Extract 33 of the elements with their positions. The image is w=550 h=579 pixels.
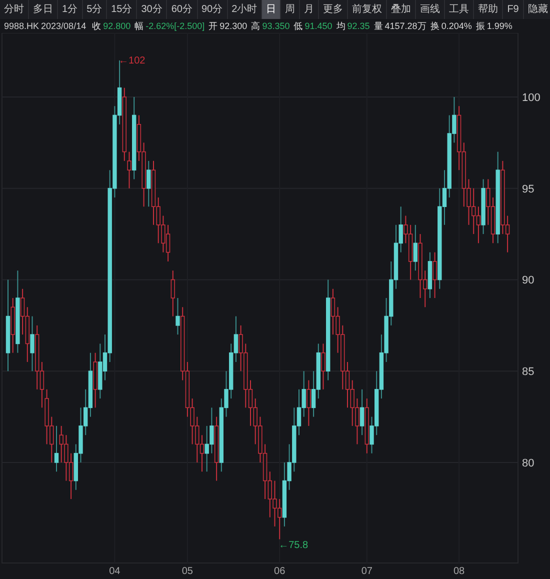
stock-symbol: 9988.HK (4, 20, 40, 33)
quote-value: 1.99% (486, 20, 512, 33)
axis-tick-label: 100 (522, 92, 540, 104)
quote-label: 换 (430, 20, 440, 33)
axis-tick-label: 80 (522, 457, 534, 470)
quote-value: -2.62%[-2.500] (146, 20, 205, 33)
axis-tick-label: 85 (522, 366, 534, 378)
quote-value: 0.204% (441, 20, 472, 33)
axis-tick-label: 90 (522, 274, 534, 287)
axis-tick-label: 08 (453, 566, 465, 577)
quote-label: 高 (251, 20, 260, 33)
axis-tick-label: 04 (109, 566, 120, 577)
quote-label: 收 (92, 20, 102, 33)
axis-tick-label: 06 (274, 566, 286, 577)
quote-value: 92.300 (220, 20, 248, 33)
extreme-price-label: ←75.8 (278, 540, 308, 552)
quote-label: 振 (476, 20, 485, 33)
axis-tick-label: 07 (361, 566, 372, 577)
quote-value: 93.350 (262, 20, 290, 33)
period-tab[interactable]: 日 (262, 0, 282, 19)
quote-value: 92.800 (103, 20, 131, 33)
axis-tick-label: 95 (522, 183, 534, 196)
quote-label: 开 (208, 20, 218, 33)
quote-value: 91.450 (304, 20, 332, 33)
quote-label: 均 (336, 20, 346, 33)
axis-tick-label: 05 (182, 566, 193, 577)
extreme-price-label: ←102 (118, 55, 146, 66)
quote-label: 低 (294, 20, 303, 33)
quote-date: 2023/08/14 (41, 20, 86, 33)
quote-value: 4157.28万 (384, 20, 426, 33)
quote-label: 幅 (134, 20, 144, 33)
quote-label: 量 (374, 20, 383, 33)
quote-value: 92.35 (347, 20, 370, 33)
